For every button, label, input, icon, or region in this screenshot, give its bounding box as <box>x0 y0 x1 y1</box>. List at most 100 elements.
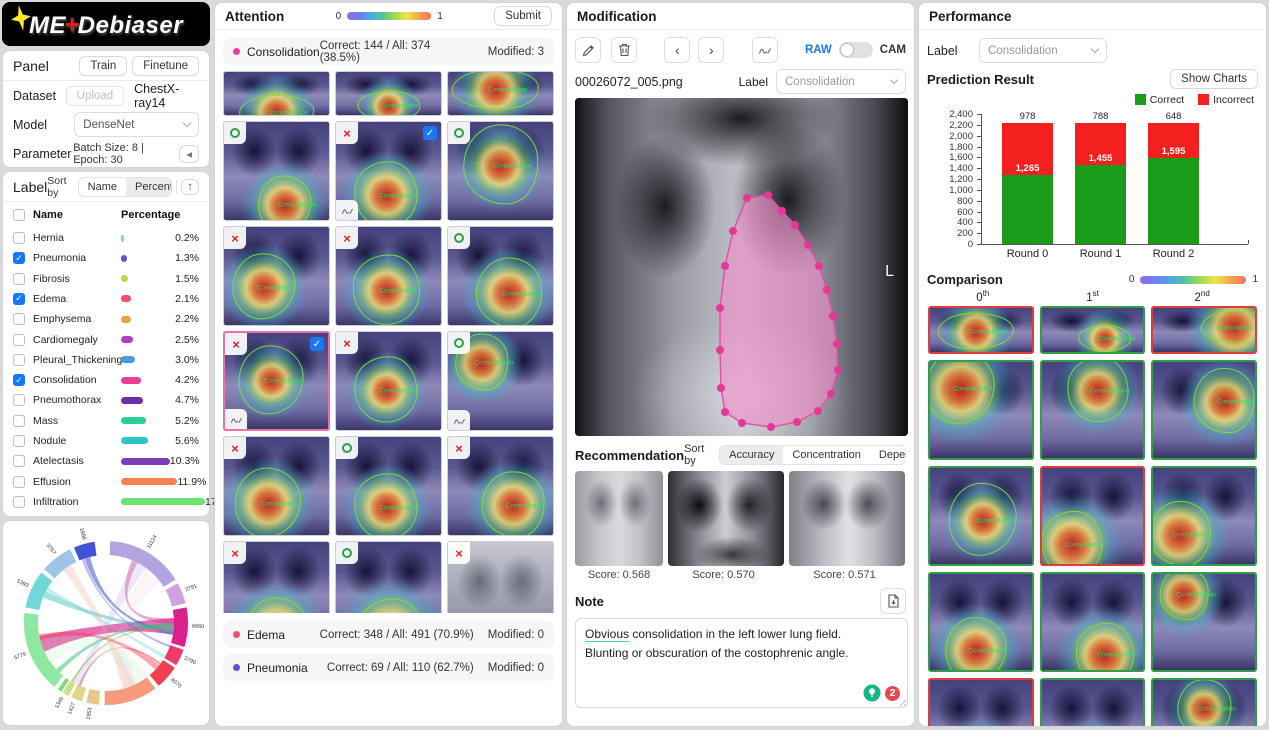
polygon-vertex-handle[interactable] <box>829 312 837 320</box>
polygon-vertex-handle[interactable] <box>778 207 786 215</box>
recommended-xray-2[interactable] <box>668 471 784 566</box>
consolidation-region-polygon[interactable] <box>720 195 838 427</box>
polygon-vertex-handle[interactable] <box>721 408 729 416</box>
incorrect-badge[interactable]: × <box>336 332 358 354</box>
label-checkbox[interactable] <box>13 313 25 325</box>
polygon-vertex-handle[interactable] <box>716 304 724 312</box>
label-row[interactable]: Effusion11.9% <box>3 471 209 491</box>
attention-thumbnail[interactable]: Consolidation <box>447 71 554 116</box>
attention-thumbnail[interactable]: Consolidation× <box>447 436 554 536</box>
polygon-vertex-handle[interactable] <box>834 366 842 374</box>
note-textarea[interactable]: Obvious consolidation in the left lower … <box>575 618 908 708</box>
label-row[interactable]: Nodule5.6% <box>3 431 209 451</box>
correct-badge[interactable] <box>448 227 470 249</box>
polygon-vertex-handle[interactable] <box>833 340 841 348</box>
correct-badge[interactable] <box>224 122 246 144</box>
comparison-thumbnail[interactable]: Consolidation <box>1151 306 1257 354</box>
label-row[interactable]: Cardiomegaly2.5% <box>3 329 209 349</box>
select-all-checkbox[interactable] <box>13 209 25 221</box>
comparison-thumbnail[interactable]: Consolidation <box>1040 678 1146 727</box>
perf-label-select[interactable]: Consolidation <box>979 38 1107 63</box>
label-checkbox[interactable] <box>13 232 25 244</box>
comparison-thumbnail[interactable]: Consolidation <box>1151 572 1257 672</box>
correct-badge[interactable] <box>336 542 358 564</box>
polygon-vertex-handle[interactable] <box>815 262 823 270</box>
label-checkbox[interactable] <box>13 334 25 346</box>
attention-thumbnail[interactable]: Consolidation <box>447 331 554 431</box>
show-charts-button[interactable]: Show Charts <box>1170 69 1258 89</box>
suggestion-bulb-icon[interactable] <box>863 684 881 702</box>
polygon-vertex-handle[interactable] <box>729 227 737 235</box>
chord-segment[interactable] <box>86 689 100 705</box>
incorrect-badge[interactable]: × <box>225 333 247 355</box>
attention-thumbnail[interactable]: Consolidation×✓ <box>335 121 442 221</box>
attention-thumbnail[interactable]: Consolidation× <box>223 226 330 326</box>
attention-group-edema[interactable]: Edema Correct: 348 / All: 491 (70.9%) Mo… <box>223 621 554 648</box>
comparison-thumbnail[interactable]: Consolidation <box>1040 306 1146 354</box>
recommended-xray-1[interactable] <box>575 471 663 566</box>
polygon-vertex-handle[interactable] <box>827 390 835 398</box>
label-row[interactable]: Fibrosis1.5% <box>3 269 209 289</box>
label-checkbox[interactable] <box>13 496 25 508</box>
sort-accuracy-button[interactable]: Accuracy <box>720 446 783 464</box>
delete-button[interactable] <box>611 37 637 63</box>
attention-thumbnail[interactable]: Consolidation <box>335 436 442 536</box>
previous-image-button[interactable]: ‹ <box>664 37 690 63</box>
comparison-thumbnail[interactable]: Consolidation <box>1040 466 1146 566</box>
sort-direction-button[interactable]: ↑ <box>181 179 199 195</box>
polygon-vertex-handle[interactable] <box>717 384 725 392</box>
label-row[interactable]: Infiltration17.7% <box>3 492 209 512</box>
attention-thumbnail[interactable]: Consolidation <box>223 71 330 116</box>
image-label-select[interactable]: Consolidation <box>776 69 906 94</box>
comparison-thumbnail[interactable]: Consolidation <box>1040 572 1146 672</box>
label-row[interactable]: Pneumothorax4.7% <box>3 390 209 410</box>
selected-checkbox[interactable]: ✓ <box>310 337 324 351</box>
label-row[interactable]: Emphysema2.2% <box>3 309 209 329</box>
sort-dependency-button[interactable]: Dependency <box>870 446 906 464</box>
attention-thumbnail[interactable]: Consolidation <box>335 541 442 613</box>
label-checkbox[interactable] <box>13 354 25 366</box>
polygon-vertex-handle[interactable] <box>791 221 799 229</box>
polygon-vertex-handle[interactable] <box>767 423 775 431</box>
incorrect-badge[interactable]: × <box>224 437 246 459</box>
incorrect-badge[interactable]: × <box>448 542 470 564</box>
comparison-thumbnail[interactable]: Consolidation <box>1040 360 1146 460</box>
raw-mode-label[interactable]: RAW <box>805 44 832 56</box>
polygon-vertex-handle[interactable] <box>738 419 746 427</box>
selected-checkbox[interactable]: ✓ <box>423 126 437 140</box>
train-button[interactable]: Train <box>79 56 127 76</box>
attention-group-pneumonia[interactable]: Pneumonia Correct: 69 / All: 110 (62.7%)… <box>223 654 554 681</box>
label-row[interactable]: Pleural_Thickening3.0% <box>3 350 209 370</box>
attention-group-consolidation[interactable]: Consolidation Correct: 144 / All: 374 (3… <box>223 38 554 65</box>
label-checkbox[interactable] <box>13 476 25 488</box>
attention-thumbnail[interactable]: Consolidation×✓ <box>223 331 330 431</box>
polygon-vertex-handle[interactable] <box>823 286 831 294</box>
sort-concentration-button[interactable]: Concentration <box>783 446 870 464</box>
label-checkbox[interactable]: ✓ <box>13 374 25 386</box>
comparison-thumbnail[interactable]: Consolidation <box>928 466 1034 566</box>
comparison-thumbnail[interactable]: Consolidation <box>928 306 1034 354</box>
polygon-vertex-handle[interactable] <box>814 407 822 415</box>
label-checkbox[interactable] <box>13 455 25 467</box>
correct-badge[interactable] <box>336 437 358 459</box>
attention-thumbnail[interactable]: Consolidation <box>223 121 330 221</box>
label-row[interactable]: Hernia0.2% <box>3 228 209 248</box>
label-checkbox[interactable] <box>13 273 25 285</box>
attention-thumbnail[interactable]: Consolidation× <box>335 226 442 326</box>
attention-thumbnail[interactable]: Consolidation× <box>223 541 330 613</box>
polygon-vertex-handle[interactable] <box>804 241 812 249</box>
recommended-xray-3[interactable] <box>789 471 905 566</box>
label-row[interactable]: Mass5.2% <box>3 411 209 431</box>
polygon-vertex-handle[interactable] <box>743 194 751 202</box>
label-checkbox[interactable] <box>13 394 25 406</box>
correct-badge[interactable] <box>448 122 470 144</box>
attention-thumbnail[interactable]: Consolidation× <box>223 436 330 536</box>
label-row[interactable]: Atelectasis10.3% <box>3 451 209 471</box>
comparison-thumbnail[interactable]: Consolidation <box>928 678 1034 727</box>
submit-button[interactable]: Submit <box>494 6 552 26</box>
finetune-button[interactable]: Finetune <box>132 56 199 76</box>
polygon-vertex-handle[interactable] <box>721 262 729 270</box>
polygon-vertex-handle[interactable] <box>793 418 801 426</box>
chord-segment[interactable] <box>166 583 186 606</box>
label-row[interactable]: ✓Edema2.1% <box>3 289 209 309</box>
